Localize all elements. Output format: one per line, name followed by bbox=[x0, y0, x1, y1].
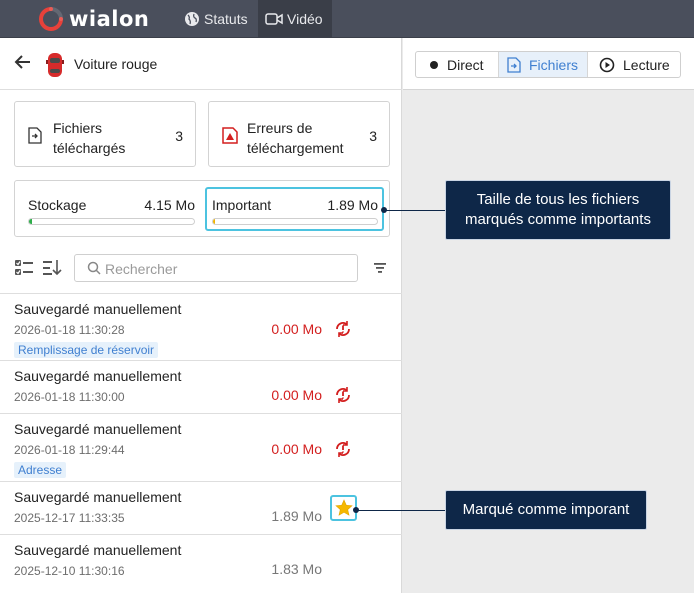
search-placeholder: Rechercher bbox=[105, 261, 178, 277]
file-title: Sauvegardé manuellement bbox=[14, 489, 182, 505]
file-size: 0.00 Mo bbox=[271, 441, 322, 457]
file-title: Sauvegardé manuellement bbox=[14, 368, 182, 384]
file-tag: Adresse bbox=[14, 462, 67, 478]
files-panel: Voiture rouge Fichiers téléchargés 3 Err… bbox=[0, 38, 402, 593]
callout-connector-line bbox=[356, 510, 445, 511]
storage-label: Stockage bbox=[28, 197, 87, 213]
list-item[interactable]: Sauvegardé manuellement 2025-12-10 11:30… bbox=[0, 534, 402, 587]
file-title: Sauvegardé manuellement bbox=[14, 301, 182, 317]
callout-connector-line bbox=[384, 210, 445, 211]
downloaded-files-count: 3 bbox=[175, 128, 183, 144]
back-arrow-icon[interactable] bbox=[14, 54, 32, 70]
important-label: Important bbox=[212, 197, 272, 213]
search-input[interactable]: Rechercher bbox=[74, 254, 358, 282]
list-item[interactable]: Sauvegardé manuellement 2026-01-18 11:30… bbox=[0, 293, 402, 360]
important-storage-usage: Important 1.89 Mo bbox=[205, 187, 384, 231]
file-date: 2026-01-18 11:30:28 bbox=[14, 323, 125, 337]
list-item[interactable]: Sauvegardé manuellement 2026-01-18 11:30… bbox=[0, 360, 402, 413]
file-title: Sauvegardé manuellement bbox=[14, 542, 182, 558]
downloaded-file-icon bbox=[28, 127, 42, 144]
select-all-icon[interactable] bbox=[14, 259, 34, 277]
wialon-logo-icon bbox=[38, 6, 64, 32]
filter-icon[interactable] bbox=[373, 262, 387, 274]
important-progress-fill bbox=[213, 219, 216, 224]
red-car-icon bbox=[46, 53, 64, 77]
storage-progress-bar bbox=[28, 218, 195, 225]
retry-download-icon[interactable] bbox=[333, 439, 353, 459]
play-circle-icon bbox=[599, 57, 615, 72]
record-dot-icon bbox=[430, 60, 438, 69]
important-progress-bar bbox=[212, 218, 378, 225]
file-date: 2026-01-18 11:29:44 bbox=[14, 443, 125, 457]
list-item[interactable]: Sauvegardé manuellement 2025-12-17 11:33… bbox=[0, 481, 402, 534]
unit-name: Voiture rouge bbox=[74, 56, 158, 72]
file-size: 0.00 Mo bbox=[271, 321, 322, 337]
tab-fichiers[interactable]: Fichiers bbox=[498, 52, 588, 77]
storage-progress-fill bbox=[29, 219, 33, 224]
tab-lecture-label: Lecture bbox=[623, 56, 670, 73]
logo: wialon bbox=[38, 6, 149, 32]
downloaded-files-card[interactable]: Fichiers téléchargés 3 bbox=[14, 101, 196, 167]
important-value: 1.89 Mo bbox=[327, 197, 378, 213]
retry-download-icon[interactable] bbox=[333, 319, 353, 339]
retry-download-icon[interactable] bbox=[333, 385, 353, 405]
nav-statuts-label: Statuts bbox=[204, 11, 248, 27]
tab-direct[interactable]: Direct bbox=[416, 52, 498, 77]
list-item[interactable]: Sauvegardé manuellement 2026-01-18 11:29… bbox=[0, 413, 402, 481]
storage-usage: Stockage 4.15 Mo bbox=[21, 187, 201, 231]
file-icon bbox=[507, 56, 521, 73]
file-size: 0.00 Mo bbox=[271, 387, 322, 403]
list-toolbar: Rechercher bbox=[0, 246, 402, 294]
logo-text: wialon bbox=[69, 7, 150, 31]
download-errors-card[interactable]: Erreurs de téléchargement 3 bbox=[208, 101, 390, 167]
download-errors-count: 3 bbox=[369, 128, 377, 144]
globe-icon bbox=[185, 12, 199, 26]
file-title: Sauvegardé manuellement bbox=[14, 421, 182, 437]
downloaded-files-label: Fichiers téléchargés bbox=[53, 120, 126, 156]
sort-icon[interactable] bbox=[42, 259, 62, 277]
top-bar: wialon Statuts Vidéo bbox=[0, 0, 694, 38]
file-date: 2025-12-17 11:33:35 bbox=[14, 511, 125, 525]
unit-header: Voiture rouge bbox=[0, 38, 402, 90]
search-icon bbox=[87, 261, 101, 275]
download-errors-label: Erreurs de téléchargement bbox=[247, 120, 344, 156]
file-size: 1.83 Mo bbox=[271, 561, 322, 577]
tab-lecture[interactable]: Lecture bbox=[588, 52, 680, 77]
file-tag: Remplissage de réservoir bbox=[14, 342, 159, 358]
tab-direct-label: Direct bbox=[447, 56, 484, 73]
video-camera-icon bbox=[265, 13, 283, 25]
video-mode-tabs: Direct Fichiers Lecture bbox=[415, 51, 681, 78]
download-error-icon bbox=[222, 127, 238, 144]
callout-marked-important: Marqué comme imporant bbox=[445, 490, 647, 530]
nav-video[interactable]: Vidéo bbox=[258, 0, 332, 38]
star-icon bbox=[335, 499, 353, 516]
tab-fichiers-label: Fichiers bbox=[529, 56, 579, 73]
callout-important-size: Taille de tous les fichiers marqués comm… bbox=[445, 180, 671, 240]
storage-summary: Stockage 4.15 Mo Important 1.89 Mo bbox=[14, 180, 390, 237]
nav-video-label: Vidéo bbox=[287, 11, 323, 27]
nav-statuts[interactable]: Statuts bbox=[177, 0, 255, 38]
file-date: 2025-12-10 11:30:16 bbox=[14, 564, 125, 578]
file-list: Sauvegardé manuellement 2026-01-18 11:30… bbox=[0, 293, 402, 587]
storage-value: 4.15 Mo bbox=[144, 197, 195, 213]
file-size: 1.89 Mo bbox=[271, 508, 322, 524]
file-date: 2026-01-18 11:30:00 bbox=[14, 390, 125, 404]
